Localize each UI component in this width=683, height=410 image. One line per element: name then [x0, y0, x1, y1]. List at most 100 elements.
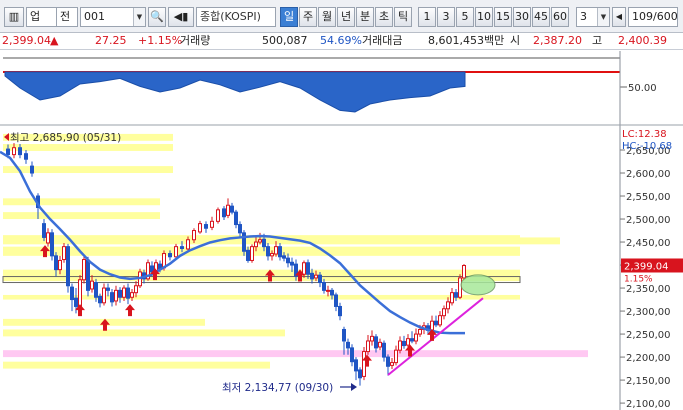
current-price: 2,399.04 — [2, 34, 51, 47]
speaker-button[interactable]: ◀▮ — [168, 7, 194, 27]
interval-button-10[interactable]: 10 — [475, 7, 493, 27]
candle-body-104 — [454, 292, 458, 298]
period-tab-4[interactable]: 분 — [356, 7, 374, 27]
interval-button-1[interactable]: 1 — [418, 7, 436, 27]
buy-arrow-icon-3 — [125, 304, 135, 317]
y-tick-label-8: 2,250,00 — [626, 330, 671, 341]
code-input[interactable]: 001 ▼ — [80, 7, 146, 27]
candle-body-2 — [18, 147, 22, 156]
high-annotation: 최고 2,685,90 (05/31) — [10, 132, 121, 144]
zone-13 — [3, 350, 588, 358]
candle-body-78 — [350, 347, 354, 363]
y-tick-label-10: 2,150,00 — [626, 376, 671, 387]
interval-button-15[interactable]: 15 — [494, 7, 512, 27]
candle-body-67 — [306, 262, 310, 275]
candle-body-52 — [246, 249, 250, 261]
candle-body-71 — [322, 282, 326, 291]
candle-body-76 — [342, 328, 346, 342]
candle-body-25 — [118, 289, 122, 298]
candle-body-103 — [450, 292, 454, 304]
candle-body-8 — [50, 232, 54, 257]
candle-body-84 — [374, 336, 378, 349]
candle-body-45 — [216, 209, 220, 222]
candle-body-44 — [210, 220, 214, 228]
change-value: 27.25 — [95, 34, 127, 47]
zone-3 — [3, 198, 160, 206]
period-tab-3[interactable]: 년 — [337, 7, 355, 27]
candle-body-70 — [318, 274, 322, 284]
period-tab-1[interactable]: 주 — [299, 7, 317, 27]
period-tab-6[interactable]: 틱 — [394, 7, 412, 27]
candle-body-6 — [42, 223, 46, 238]
indicator-label: 50.00 — [628, 83, 657, 94]
candle-body-40 — [186, 239, 190, 250]
candle-body-100 — [438, 315, 442, 326]
candle-body-39 — [180, 246, 184, 249]
candle-body-42 — [198, 223, 202, 233]
amount-value: 8,601,453백만 — [428, 34, 505, 47]
candle-body-95 — [418, 328, 422, 335]
chart-area[interactable]: 50.00 2,650,002,600,002,550,002,500,002,… — [0, 51, 683, 410]
amount-label: 거래대금 — [362, 34, 403, 47]
candle-body-86 — [382, 342, 386, 358]
search-icon: 🔍 — [150, 10, 164, 23]
candle-body-11 — [62, 246, 66, 261]
zone-4 — [3, 212, 160, 220]
search-button[interactable]: 🔍 — [148, 7, 166, 27]
interval-button-30[interactable]: 30 — [513, 7, 531, 27]
candle-body-13 — [70, 286, 74, 301]
period-tab-0[interactable]: 일 — [280, 7, 298, 27]
candle-body-92 — [406, 338, 410, 346]
candle-body-94 — [414, 333, 418, 342]
zone-2 — [3, 166, 173, 174]
indicator-pane: 50.00 — [0, 51, 683, 125]
period-tab-2[interactable]: 월 — [318, 7, 336, 27]
period-tab-5[interactable]: 초 — [375, 7, 393, 27]
candle-body-22 — [106, 287, 110, 291]
candle-body-9 — [54, 255, 58, 271]
index-name-field: 종합(KOSPI) — [196, 7, 276, 27]
interval-button-5[interactable]: 5 — [456, 7, 474, 27]
volume-label: 거래량 — [180, 34, 211, 47]
zone-1 — [3, 144, 173, 151]
candle-body-87 — [386, 356, 390, 367]
candle-body-102 — [446, 301, 450, 310]
chart-icon: ▥ — [8, 10, 20, 23]
scroll-left-button[interactable]: ◀ — [612, 7, 626, 27]
interval-select[interactable]: 3 ▼ — [576, 7, 610, 27]
interval-button-45[interactable]: 45 — [532, 7, 550, 27]
candle-body-56 — [262, 238, 266, 248]
candle-body-90 — [398, 340, 402, 351]
candle-body-47 — [226, 204, 230, 216]
candle-body-15 — [78, 279, 82, 307]
chevron-left-icon: ◀ — [615, 12, 623, 21]
candle-body-105 — [458, 277, 462, 298]
y-tick-label-2: 2,550,00 — [626, 192, 671, 203]
interval-button-60[interactable]: 60 — [551, 7, 569, 27]
chart-type-button[interactable]: ▥ — [4, 7, 24, 27]
candle-body-54 — [254, 241, 258, 248]
candle-body-18 — [90, 280, 94, 290]
candle-body-77 — [346, 341, 350, 349]
candle-body-27 — [126, 287, 130, 299]
candle-body-20 — [98, 295, 102, 304]
candle-body-12 — [66, 246, 70, 287]
candle-body-93 — [410, 338, 414, 342]
candle-body-68 — [310, 272, 314, 280]
interval-button-3[interactable]: 3 — [437, 7, 455, 27]
candle-body-1 — [12, 147, 16, 156]
toolbar: ▥ 업▼ 전 001▼ 🔍 ◀▮ 종합(KOSPI) 3▼ ◀ 109/600 … — [0, 0, 683, 33]
period-select[interactable]: 전 — [56, 7, 78, 27]
count-field[interactable]: 109/600 — [628, 7, 678, 27]
zone-8 — [3, 269, 520, 277]
hc-label: HC:-10.68 — [622, 141, 672, 152]
candle-body-85 — [378, 341, 382, 348]
zone-14 — [3, 361, 270, 369]
lc-label: LC:12.38 — [622, 129, 667, 140]
current-price-tag-label: 2,399.04 — [624, 261, 669, 272]
candle-body-49 — [234, 211, 238, 226]
candle-body-26 — [122, 287, 126, 298]
candle-body-80 — [358, 369, 362, 379]
candle-body-10 — [58, 259, 62, 271]
candle-body-58 — [270, 253, 274, 257]
